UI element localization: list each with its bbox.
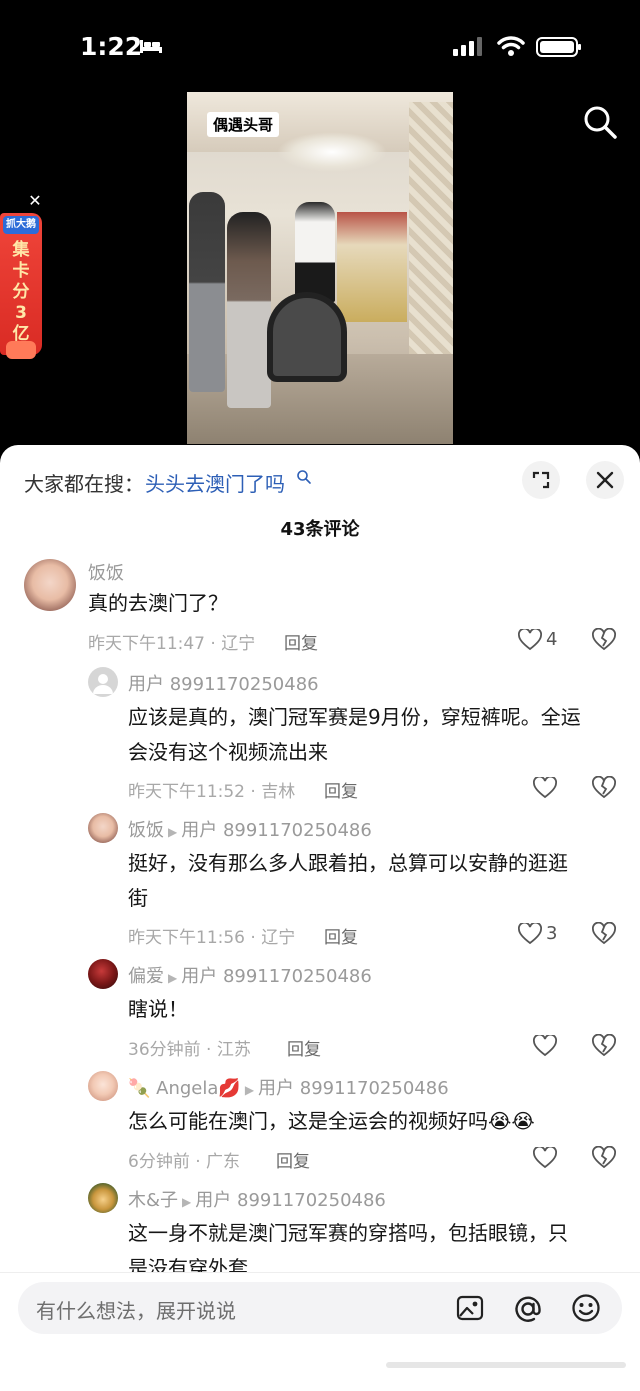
comment-text-line: 应该是真的，澳门冠军赛是9月份，穿短裤呢。全运 (128, 705, 581, 729)
trending-search-link[interactable]: 头头去澳门了吗 (145, 468, 285, 497)
home-indicator (386, 1362, 626, 1368)
avatar[interactable] (88, 813, 118, 843)
search-icon[interactable] (296, 469, 312, 485)
search-icon[interactable] (582, 104, 618, 140)
avatar[interactable] (24, 559, 76, 611)
avatar[interactable] (88, 1071, 118, 1101)
expand-icon (532, 471, 550, 489)
comment-item: 偏爱 ▶ 用户 8991170250486 瞎说！ 36分钟前 · 江苏 回复 (0, 959, 640, 1065)
comment-text: 真的去澳门了？ (88, 591, 228, 615)
trending-prefix: 大家都在搜： (24, 472, 144, 496)
broken-heart-icon[interactable] (592, 1146, 616, 1170)
close-button[interactable] (586, 461, 624, 499)
reply-button[interactable]: 回复 (287, 1035, 321, 1060)
comment-text: 怎么可能在澳门，这是全运会的视频好吗😭😭 (128, 1109, 535, 1133)
broken-heart-icon[interactable] (592, 922, 616, 946)
promo-banner[interactable]: 抓大鹅 集卡分3亿 (0, 213, 42, 359)
comment-count: 43条评论 (280, 519, 360, 540)
reply-button[interactable]: 回复 (324, 777, 358, 802)
comment-meta: 6分钟前 · 广东 (128, 1152, 241, 1172)
avatar[interactable] (88, 1183, 118, 1213)
video-caption-tag: 偶遇头哥 (207, 112, 280, 137)
comment-text-line: 这一身不就是澳门冠军赛的穿搭吗，包括眼镜，只 (128, 1221, 568, 1245)
status-bar: 1:22 (0, 0, 640, 90)
heart-icon[interactable] (533, 1035, 557, 1057)
image-icon[interactable] (456, 1294, 484, 1322)
wifi-icon (497, 36, 525, 56)
comment-meta: 昨天下午11:47 · 辽宁 (88, 634, 256, 654)
broken-heart-icon[interactable] (592, 1034, 616, 1058)
close-icon (596, 471, 614, 489)
reply-arrow-icon: ▶ (244, 1083, 255, 1097)
expand-button[interactable] (522, 461, 560, 499)
comment-item: 木&子 ▶ 用户 8991170250486 这一身不就是澳门冠军赛的穿搭吗，包括眼… (0, 1183, 640, 1280)
sleep-focus-icon (140, 40, 162, 53)
comment-author[interactable]: 饭饭 ▶ 用户 8991170250486 (128, 816, 372, 842)
input-placeholder: 有什么想法，展开说说 (36, 1299, 236, 1323)
heart-icon[interactable] (518, 923, 542, 945)
comment-text-line: 会没有这个视频流出来 (128, 740, 328, 764)
comment-sheet: 大家都在搜： 头头去澳门了吗 43条评论 饭饭 真的去澳门了？ 昨天下午11:4… (0, 445, 640, 1391)
broken-heart-icon[interactable] (592, 776, 616, 800)
cellular-signal-icon (453, 36, 482, 56)
comment-author[interactable]: 饭饭 (88, 559, 124, 585)
avatar[interactable] (88, 959, 118, 989)
comment-text-line: 街 (128, 886, 148, 910)
comment-input[interactable]: 有什么想法，展开说说 (18, 1282, 622, 1334)
default-avatar-icon (93, 674, 113, 694)
comment-item: 饭饭 真的去澳门了？ 昨天下午11:47 · 辽宁 回复 4 (0, 557, 640, 657)
avatar[interactable] (88, 667, 118, 697)
promo-text: 集卡分3亿 (12, 240, 30, 344)
reply-arrow-icon: ▶ (168, 971, 178, 985)
reply-arrow-icon: ▶ (168, 825, 178, 839)
comment-meta: 36分钟前 · 江苏 (128, 1040, 251, 1060)
promo-badge: 抓大鹅 (3, 216, 39, 234)
broken-heart-icon[interactable] (592, 628, 616, 652)
comment-item: 🍡 Angela💋 ▶ 用户 8991170250486 怎么可能在澳门，这是全运会… (0, 1071, 640, 1177)
comment-item: 用户 8991170250486 应该是真的，澳门冠军赛是9月份，穿短裤呢。全运… (0, 667, 640, 807)
reply-button[interactable]: 回复 (324, 923, 358, 948)
battery-icon (536, 37, 581, 57)
heart-icon[interactable] (533, 777, 557, 799)
comment-item: 饭饭 ▶ 用户 8991170250486 挺好，没有那么多人跟着拍，总算可以安静的… (0, 813, 640, 953)
comment-text-line: 挺好，没有那么多人跟着拍，总算可以安静的逛逛 (128, 851, 568, 875)
promo-close-icon[interactable]: ✕ (27, 193, 43, 209)
gift-icon (6, 341, 36, 359)
like-count: 4 (546, 629, 558, 650)
heart-icon[interactable] (533, 1147, 557, 1169)
video-player[interactable]: 偶遇头哥 (187, 92, 453, 444)
heart-icon[interactable] (518, 629, 542, 651)
comment-author[interactable]: 🍡 Angela💋 ▶ 用户 8991170250486 (128, 1074, 449, 1100)
mention-icon[interactable] (513, 1294, 543, 1324)
like-count: 3 (546, 923, 558, 944)
comment-meta: 昨天下午11:52 · 吉林 (128, 782, 296, 802)
status-time: 1:22 (80, 32, 143, 61)
comment-author[interactable]: 偏爱 ▶ 用户 8991170250486 (128, 962, 372, 988)
emoji-icon[interactable] (571, 1293, 601, 1323)
comment-text: 瞎说！ (128, 997, 188, 1021)
reply-arrow-icon: ▶ (182, 1195, 192, 1209)
comment-author[interactable]: 木&子 ▶ 用户 8991170250486 (128, 1186, 386, 1212)
comment-author[interactable]: 用户 8991170250486 (128, 670, 319, 696)
comment-input-bar: 有什么想法，展开说说 (0, 1272, 640, 1391)
comment-meta: 昨天下午11:56 · 辽宁 (128, 928, 296, 948)
sheet-header: 大家都在搜： 头头去澳门了吗 (0, 445, 640, 517)
reply-button[interactable]: 回复 (284, 629, 318, 654)
reply-button[interactable]: 回复 (276, 1147, 310, 1172)
